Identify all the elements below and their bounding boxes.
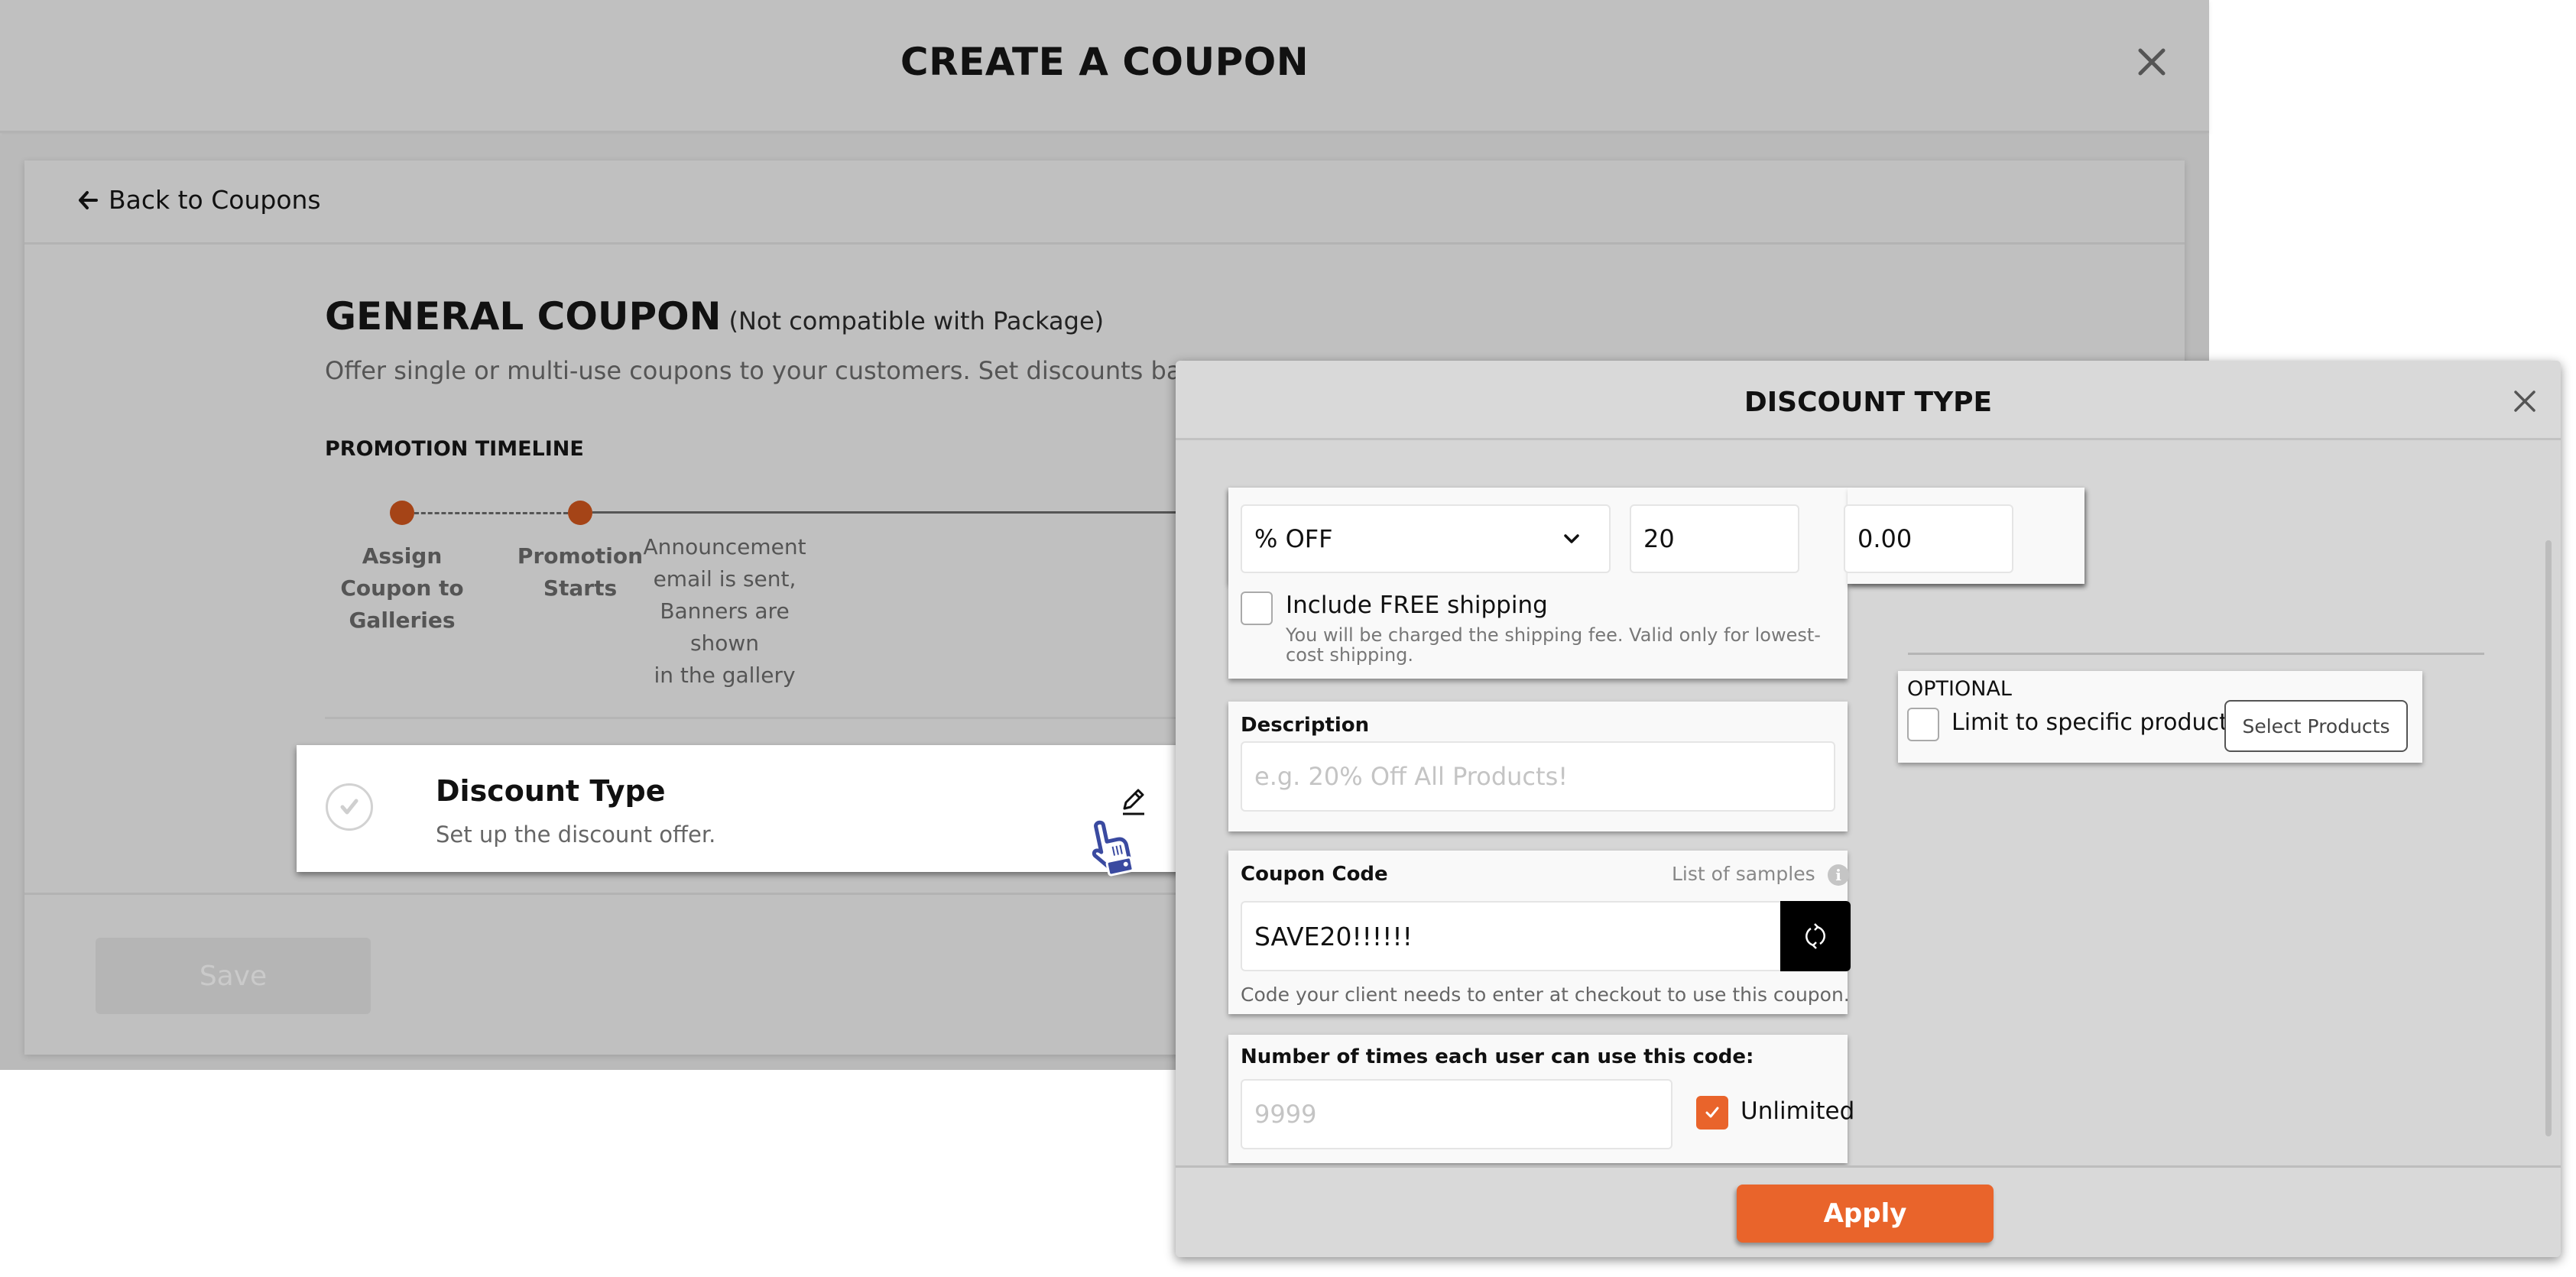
optional-heading: OPTIONAL [1907,677,2012,701]
close-icon[interactable] [2133,43,2171,81]
arrow-left-icon [79,190,98,209]
free-shipping-label: Include FREE shipping [1286,592,1548,619]
unlimited-label: Unlimited [1741,1097,1855,1125]
limit-products-checkbox[interactable] [1907,708,1939,741]
save-button[interactable]: Save [96,938,371,1014]
modal-title: DISCOUNT TYPE [1744,387,1993,418]
discount-value-text: 20 [1643,524,1675,553]
coupon-code-panel: Coupon Code List of samples i SAVE20!!!!… [1228,851,1851,1014]
minimum-amount-input[interactable]: 0.00 [1844,504,2013,573]
back-to-coupons-link[interactable]: Back to Coupons [76,185,321,215]
discount-type-section-card[interactable]: Discount Type Set up the discount offer. [297,745,1191,872]
description-panel: Description e.g. 20% Off All Products! [1228,702,1848,831]
edit-pencil-icon[interactable] [1118,787,1149,818]
timeline-step-line: Assign [362,543,443,569]
timeline-step-line: Announcement [643,534,806,559]
timeline-step-line: Galleries [349,608,456,633]
coupon-type-title: GENERAL COUPON (Not compatible with Packa… [325,294,1104,339]
discount-type-selected: % OFF [1254,524,1333,553]
free-shipping-hint: You will be charged the shipping fee. Va… [1286,624,1821,666]
optional-divider [1908,653,2484,655]
discount-value-input[interactable]: 20 [1630,504,1799,573]
chevron-down-icon [1564,534,1579,543]
generate-code-button[interactable] [1780,901,1851,971]
list-of-samples-link[interactable]: List of samples [1672,863,1815,885]
usage-limit-input[interactable]: 9999 [1241,1079,1672,1149]
select-products-button[interactable]: Select Products [2224,700,2408,752]
coupon-type-note: (Not compatible with Package) [728,306,1105,335]
timeline-dot-assign [390,501,414,525]
description-input[interactable]: e.g. 20% Off All Products! [1241,741,1835,812]
coupon-type-name: GENERAL COUPON [325,294,722,339]
timeline-step-line: Coupon to [340,575,464,601]
section-title: Discount Type [436,774,666,808]
modal-header: DISCOUNT TYPE [1176,361,2561,440]
promotion-timeline: Assign Coupon to Galleries Promotion Sta… [325,501,1181,688]
timeline-step-line: Banners are shown [660,598,790,656]
timeline-heading: PROMOTION TIMELINE [325,437,584,461]
section-divider [325,717,1181,719]
min-amount-panel: 0.00 [1844,488,2084,584]
check-icon [340,799,358,815]
discount-type-modal: DISCOUNT TYPE % OFF 20 Include FREE ship… [1176,361,2561,1257]
usage-limit-placeholder: 9999 [1254,1100,1317,1129]
description-label: Description [1241,714,1370,737]
apply-button[interactable]: Apply [1737,1185,1994,1243]
timeline-step-assign: Assign Coupon to Galleries [310,540,494,637]
check-icon [1705,1107,1719,1118]
description-placeholder: e.g. 20% Off All Products! [1254,762,1569,791]
close-icon[interactable] [2512,390,2538,413]
info-icon[interactable]: i [1828,864,1849,886]
free-shipping-checkbox[interactable] [1241,592,1273,625]
discount-options-panel: % OFF 20 Include FREE shipping You will … [1228,488,1848,679]
back-row: Back to Coupons [24,160,2185,245]
optional-panel: OPTIONAL Limit to specific products Sele… [1898,671,2422,763]
page-header: CREATE A COUPON [0,0,2209,133]
coupon-code-input[interactable]: SAVE20!!!!!! [1241,901,1783,971]
timeline-step-line: in the gallery [654,663,796,688]
usage-limit-label: Number of times each user can use this c… [1241,1045,1754,1068]
refresh-icon [1805,923,1825,949]
section-subtitle: Set up the discount offer. [436,822,716,848]
coupon-code-label: Coupon Code [1241,863,1388,886]
modal-scrollbar[interactable] [2545,540,2552,1136]
modal-footer: Apply [1176,1165,2561,1257]
hand-pointer-cursor-icon [1092,820,1134,877]
coupon-type-description: Offer single or multi-use coupons to you… [325,356,1196,385]
timeline-solid-segment [592,511,1181,514]
timeline-step-announcement: Announcement email is sent, Banners are … [633,531,816,692]
back-link-label: Back to Coupons [109,185,321,215]
timeline-dot-start [568,501,592,525]
timeline-step-line: email is sent, [653,566,796,592]
unlimited-checkbox[interactable] [1696,1096,1728,1130]
timeline-dashed-segment [414,512,568,514]
page-title: CREATE A COUPON [900,40,1309,84]
step-status-circle [326,783,373,831]
limit-products-label: Limit to specific products [1951,709,2240,736]
discount-type-select[interactable]: % OFF [1241,504,1611,573]
coupon-code-hint: Code your client needs to enter at check… [1241,984,1850,1006]
minimum-amount-text: 0.00 [1857,524,1913,553]
usage-limit-panel: Number of times each user can use this c… [1228,1035,1854,1163]
coupon-code-value: SAVE20!!!!!! [1254,921,1413,951]
